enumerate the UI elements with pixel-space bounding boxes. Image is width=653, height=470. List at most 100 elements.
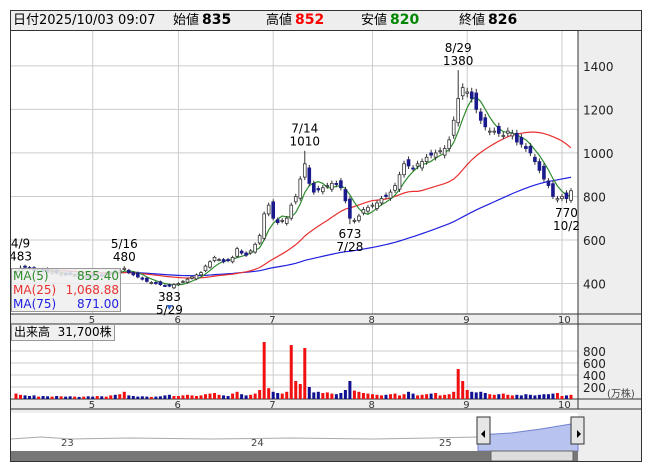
- volume-bar: [113, 394, 117, 399]
- volume-bar: [262, 342, 266, 399]
- candle-body: [370, 204, 375, 207]
- candle-body: [257, 235, 262, 244]
- navigator-left-handle[interactable]: [476, 416, 491, 445]
- volume-bar: [267, 388, 271, 399]
- candle-body: [185, 278, 190, 283]
- volume-bar: [425, 394, 429, 399]
- candle-body: [546, 180, 551, 186]
- candle-body: [501, 135, 506, 137]
- volume-bar: [398, 395, 402, 399]
- volume-bar: [379, 395, 383, 399]
- candle-body: [515, 132, 519, 143]
- volume-bar: [474, 392, 478, 399]
- annotation-price: 480: [113, 250, 136, 264]
- volume-bar: [352, 390, 356, 399]
- candle-body: [442, 148, 447, 156]
- legend-ma75: MA(75) 871.00: [13, 297, 119, 311]
- candle-body: [411, 167, 415, 170]
- candle-body: [230, 256, 235, 263]
- volume-bar: [312, 392, 316, 399]
- candle-body: [429, 152, 433, 156]
- annotation-date: 5/16: [111, 237, 138, 251]
- candle-body: [167, 284, 172, 287]
- volume-bar: [258, 390, 262, 399]
- volume-bar: [465, 390, 469, 399]
- volume-bar: [190, 395, 194, 399]
- candle-body: [366, 206, 370, 212]
- annotation-date: 4/9: [11, 236, 30, 250]
- volume-bar: [253, 393, 257, 399]
- candle-body: [474, 92, 479, 110]
- month-axis-band: [11, 399, 641, 409]
- volume-bar: [154, 396, 158, 399]
- volume-bar: [199, 395, 203, 399]
- candle-body: [158, 281, 163, 286]
- candle-body: [244, 252, 248, 256]
- candle-body: [424, 156, 429, 163]
- volume-bar: [14, 393, 18, 399]
- candle-body: [384, 194, 388, 197]
- annotation-price: 383: [158, 290, 181, 304]
- legend-ma5: MA(5) 855.40: [13, 269, 119, 283]
- volume-bar: [167, 394, 171, 399]
- volume-bar: [55, 396, 59, 399]
- candle-body: [280, 219, 285, 222]
- volume-bar: [452, 391, 456, 399]
- annotation-price: 483: [11, 249, 32, 263]
- candle-body: [312, 182, 316, 193]
- volume-bar: [91, 396, 95, 399]
- volume-bar: [28, 396, 32, 399]
- candle-body: [190, 276, 194, 279]
- navigator-year-label: 24: [251, 438, 264, 449]
- volume-bar: [46, 396, 50, 399]
- volume-bar: [235, 391, 239, 399]
- volume-bar: [479, 391, 483, 399]
- candle-body: [266, 204, 271, 215]
- scrollbar-thumb[interactable]: [490, 450, 574, 461]
- candle-body: [388, 191, 393, 199]
- volume-bar: [285, 391, 289, 399]
- candle-body: [154, 282, 158, 284]
- volume-bar: [447, 394, 451, 399]
- candle-body: [262, 213, 266, 239]
- volume-bar: [501, 393, 505, 399]
- volume-bar: [560, 396, 564, 399]
- volume-bar: [294, 381, 298, 399]
- chart-canvas[interactable]: 400600800100012001400200400600800(万株)556…: [11, 11, 641, 461]
- candle-body: [560, 196, 564, 200]
- volume-tick-label: 200: [583, 381, 606, 395]
- volume-bar: [316, 391, 320, 399]
- volume-bar: [339, 393, 343, 399]
- volume-bar: [497, 394, 501, 399]
- candle-body: [406, 159, 411, 167]
- candle-body: [199, 272, 203, 276]
- candle-body: [375, 202, 379, 209]
- candle-body: [316, 188, 321, 191]
- volume-bar: [77, 396, 81, 399]
- candle-body: [284, 217, 289, 224]
- price-tick-label: 800: [583, 190, 606, 204]
- month-axis-band: [11, 314, 641, 324]
- candle-body: [203, 265, 208, 272]
- volume-bar: [50, 396, 54, 399]
- candle-body: [506, 130, 510, 134]
- candle-body: [528, 145, 533, 154]
- volume-bar: [181, 395, 185, 399]
- ma-legend: MA(5) 855.40 MA(25) 1,068.88 MA(75) 871.00: [11, 268, 121, 312]
- volume-bar: [515, 394, 519, 399]
- ma75-line: [15, 176, 572, 277]
- candle-body: [343, 189, 348, 202]
- volume-bar: [361, 393, 365, 399]
- volume-bar: [145, 396, 149, 399]
- candle-body: [357, 215, 361, 221]
- volume-bar: [438, 395, 442, 399]
- candle-body: [235, 248, 239, 257]
- volume-bar: [104, 396, 108, 399]
- volume-bar: [420, 394, 424, 399]
- volume-bar: [217, 394, 221, 399]
- candle-body: [131, 272, 136, 276]
- price-tick-label: 400: [583, 278, 606, 292]
- candle-body: [478, 111, 483, 121]
- candle-body: [569, 190, 573, 201]
- annotation-price: 1010: [290, 135, 321, 149]
